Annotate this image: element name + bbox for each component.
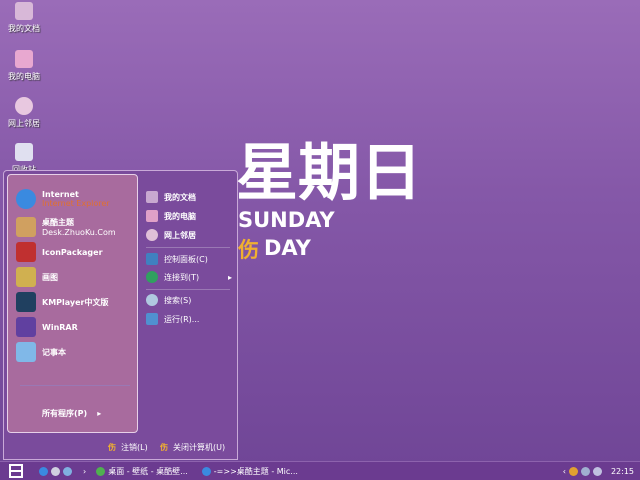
menu-item-paint[interactable]: 画图 <box>16 267 58 287</box>
computer-icon <box>15 50 33 68</box>
menu-item-search[interactable]: 搜索(S) <box>146 294 191 306</box>
menu-item-my-documents[interactable]: 我的文档 <box>146 191 196 203</box>
item-label: WinRAR <box>42 322 78 332</box>
network-icon <box>15 97 33 115</box>
chevron-right-icon[interactable]: › <box>83 467 86 476</box>
input-method-icon[interactable] <box>592 466 602 476</box>
folder-icon <box>15 2 33 20</box>
shutdown-button[interactable]: 伤关闭计算机(U) <box>160 442 225 453</box>
start-button[interactable] <box>9 464 23 478</box>
wallpaper-badge: 伤 <box>238 238 259 262</box>
item-label: 画图 <box>42 272 58 282</box>
item-label: 注销(L) <box>121 443 148 452</box>
menu-item-run[interactable]: 运行(R)... <box>146 313 199 325</box>
task-label: -=>>桌酷主题 - Mic... <box>213 466 298 476</box>
item-label: 搜索(S) <box>164 295 192 305</box>
desktop-icon-network[interactable]: 网上邻居 <box>2 97 46 129</box>
item-label: 运行(R)... <box>164 314 200 324</box>
computer-icon <box>146 210 158 222</box>
control-panel-icon <box>146 253 158 265</box>
logoff-button[interactable]: 伤注销(L) <box>108 442 148 453</box>
item-label: 所有程序(P) <box>42 409 88 418</box>
notepad-icon <box>16 342 36 362</box>
kmplayer-icon <box>16 292 36 312</box>
arrow-right-icon: ▸ <box>227 272 232 282</box>
task-button-desktop[interactable]: 桌面 - 壁纸 - 桌酷壁... <box>96 466 188 477</box>
logoff-icon: 伤 <box>108 443 116 452</box>
network-icon <box>146 229 158 241</box>
system-tray: ‹ 22:15 <box>563 466 634 476</box>
run-icon <box>146 313 158 325</box>
desktop-icon-my-computer[interactable]: 我的电脑 <box>2 50 46 82</box>
desktop-quicklaunch-icon[interactable] <box>63 466 72 476</box>
item-label: KMPlayer中文版 <box>42 297 109 307</box>
item-sub: Desk.ZhuoKu.Com <box>42 228 116 237</box>
menu-item-my-computer[interactable]: 我的电脑 <box>146 210 196 222</box>
search-icon <box>146 294 158 306</box>
item-sub: Internet Explorer <box>42 199 110 208</box>
wallpaper-line1: SUNDAY <box>238 208 335 232</box>
menu-item-iconpackager[interactable]: IconPackager <box>16 242 103 262</box>
ie-icon <box>201 466 211 476</box>
icon-label: 网上邻居 <box>8 119 40 128</box>
qq-icon[interactable] <box>568 466 578 476</box>
theme-icon <box>16 217 36 237</box>
divider <box>146 247 230 248</box>
item-label: 我的文档 <box>164 192 196 202</box>
icon-label: 我的电脑 <box>8 72 40 81</box>
menu-item-network[interactable]: 网上邻居 <box>146 229 196 241</box>
icon-label: 我的文档 <box>8 24 40 33</box>
paint-icon <box>16 267 36 287</box>
item-label: Internet <box>42 190 79 199</box>
task-label: 桌面 - 壁纸 - 桌酷壁... <box>108 466 188 476</box>
item-label: 我的电脑 <box>164 211 196 221</box>
recycle-bin-icon <box>15 143 33 161</box>
app-icon <box>96 466 106 476</box>
menu-item-notepad[interactable]: 记事本 <box>16 342 66 362</box>
item-label: 网上邻居 <box>164 230 196 240</box>
start-menu: Internet Internet Explorer 桌酷主题 Desk.ZhuoK… <box>3 170 238 460</box>
menu-item-control-panel[interactable]: 控制面板(C) <box>146 253 208 265</box>
divider <box>20 385 130 386</box>
iconpackager-icon <box>16 242 36 262</box>
network-quicklaunch-icon[interactable] <box>51 466 60 476</box>
winrar-icon <box>16 317 36 337</box>
item-label: 关闭计算机(U) <box>173 443 226 452</box>
all-programs-button[interactable]: 所有程序(P) ▸ <box>42 408 101 419</box>
divider <box>146 289 230 290</box>
pinned-programs: Internet Internet Explorer 桌酷主题 Desk.ZhuoK… <box>7 174 138 433</box>
arrow-right-icon: ▸ <box>97 409 102 418</box>
menu-item-connect-to[interactable]: 连接到(T) ▸ <box>146 271 232 283</box>
wallpaper-title: 星期日 <box>236 136 423 209</box>
item-label: 连接到(T) <box>164 272 200 282</box>
item-label: 桌酷主题 <box>42 218 74 227</box>
ie-icon <box>16 189 36 209</box>
desktop-icon-my-documents[interactable]: 我的文档 <box>2 2 46 34</box>
menu-item-zhuoku[interactable]: 桌酷主题 Desk.ZhuoKu.Com <box>16 217 116 237</box>
item-label: 记事本 <box>42 347 66 357</box>
tray-expand-icon[interactable]: ‹ <box>563 467 566 476</box>
menu-item-kmplayer[interactable]: KMPlayer中文版 <box>16 292 109 312</box>
folder-icon <box>146 191 158 203</box>
ie-quicklaunch-icon[interactable] <box>39 466 48 476</box>
taskbar: › 桌面 - 壁纸 - 桌酷壁... -=>>桌酷主题 - Mic... ‹ 2… <box>0 461 640 480</box>
network-tray-icon[interactable] <box>580 466 590 476</box>
task-button-zhuoku[interactable]: -=>>桌酷主题 - Mic... <box>201 466 298 477</box>
item-label: 控制面板(C) <box>164 254 208 264</box>
item-label: IconPackager <box>42 247 103 257</box>
menu-item-winrar[interactable]: WinRAR <box>16 317 78 337</box>
clock[interactable]: 22:15 <box>611 467 634 476</box>
globe-icon <box>146 271 158 283</box>
shutdown-icon: 伤 <box>160 443 168 452</box>
wallpaper-line2: DAY <box>264 236 311 260</box>
menu-item-internet[interactable]: Internet Internet Explorer <box>16 189 110 209</box>
